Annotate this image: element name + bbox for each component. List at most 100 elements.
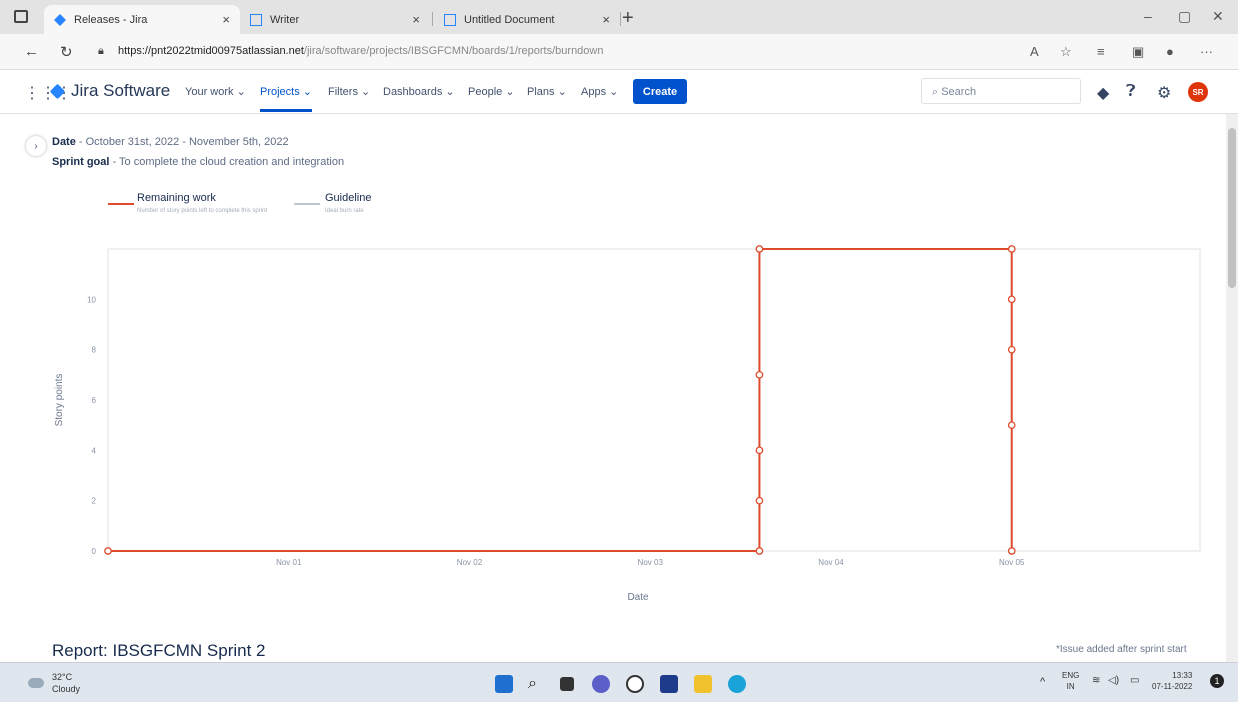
nav-people[interactable]: People ⌄ <box>468 85 515 98</box>
avatar[interactable]: SR <box>1188 82 1208 102</box>
volume-icon[interactable]: ◁) <box>1108 675 1119 686</box>
data-point[interactable] <box>755 245 764 253</box>
page-scrollbar-thumb[interactable] <box>1228 128 1236 288</box>
create-button[interactable]: Create <box>633 79 687 104</box>
search-input[interactable]: ⌕ Search <box>921 78 1081 104</box>
tray-overflow-icon[interactable]: ^ <box>1040 676 1045 688</box>
tab-writer[interactable]: Writer × <box>240 5 430 34</box>
data-point[interactable] <box>755 370 764 379</box>
goal-label: Sprint goal <box>52 156 110 168</box>
clock[interactable]: 13:33 07-11-2022 <box>1152 670 1192 692</box>
data-point[interactable] <box>1007 295 1016 304</box>
data-point[interactable] <box>1007 345 1016 354</box>
nav-label: People <box>468 86 503 98</box>
nav-plans[interactable]: Plans ⌄ <box>527 85 567 98</box>
burndown-chart: 0 2 4 6 8 10 Nov 01 Nov 02 Nov 03 Nov 04 Nov 05 D… <box>54 245 1201 603</box>
edge-icon[interactable] <box>728 675 746 693</box>
new-tab-icon[interactable]: + <box>622 7 634 30</box>
nav-your-work[interactable]: Your work ⌄ <box>185 85 246 98</box>
start-icon[interactable] <box>495 675 513 693</box>
data-point[interactable] <box>755 496 764 505</box>
close-window-icon[interactable]: ✕ <box>1212 8 1224 25</box>
y-axis-label: Story points <box>54 374 65 427</box>
notification-badge[interactable]: 1 <box>1210 674 1224 688</box>
maximize-icon[interactable]: ▢ <box>1178 8 1191 25</box>
jira-logo[interactable]: Jira Software <box>49 81 171 101</box>
tab-untitled-document[interactable]: Untitled Document × <box>434 5 620 34</box>
close-tab-icon[interactable]: × <box>222 12 230 27</box>
nav-dashboards[interactable]: Dashboards ⌄ <box>383 85 455 98</box>
battery-icon[interactable]: ▭ <box>1130 675 1139 686</box>
favorites-list-icon[interactable]: ≡ <box>1097 44 1105 59</box>
help-icon[interactable]: ❓︎ <box>1126 83 1136 101</box>
more-options-icon[interactable]: ··· <box>1200 44 1213 59</box>
x-axis-label: Date <box>627 592 649 603</box>
plot-area <box>107 248 1201 552</box>
data-point[interactable] <box>1007 547 1016 555</box>
jira-favicon-icon <box>54 13 66 26</box>
legend-remaining-sub: Number of story points left to complete … <box>137 208 268 214</box>
data-point[interactable] <box>1007 421 1016 430</box>
data-point[interactable] <box>1007 245 1016 253</box>
expand-sidebar-button[interactable]: › <box>26 136 46 156</box>
sprint-goal: Sprint goal - To complete the cloud crea… <box>52 156 345 168</box>
sprint-date: Date - October 31st, 2022 - November 5th… <box>52 136 289 148</box>
legend-remaining-swatch <box>108 203 134 205</box>
data-point[interactable] <box>104 547 112 555</box>
legend-guideline-sub: Ideal burn rate <box>325 208 364 214</box>
x-tick-label: Nov 04 <box>818 558 844 567</box>
lock-icon[interactable]: 🔒︎ <box>98 45 104 58</box>
x-tick-label: Nov 03 <box>638 558 664 567</box>
data-point[interactable] <box>755 547 764 555</box>
url-host: https://pnt2022tmid00975atlassian.net <box>118 45 304 57</box>
y-tick-label: 0 <box>92 547 97 556</box>
date-value: October 31st, 2022 - November 5th, 2022 <box>85 136 289 148</box>
product-name: Jira Software <box>71 81 171 100</box>
nav-apps[interactable]: Apps ⌄ <box>581 85 618 98</box>
report-title: Report: IBSGFCMN Sprint 2 <box>52 641 266 660</box>
weather-widget[interactable]: 32°C Cloudy <box>28 671 80 695</box>
store-icon[interactable] <box>660 675 678 693</box>
goal-value: To complete the cloud creation and integ… <box>119 156 345 168</box>
legend-remaining-title: Remaining work <box>137 192 216 204</box>
task-view-icon[interactable] <box>560 677 574 691</box>
jira-diamond-icon <box>49 83 66 99</box>
lang-code: ENG <box>1062 671 1080 680</box>
nav-label: Plans <box>527 86 555 98</box>
data-point[interactable] <box>755 446 764 455</box>
close-tab-icon[interactable]: × <box>412 12 420 27</box>
url-field[interactable]: https://pnt2022tmid00975atlassian.net/ji… <box>118 45 603 57</box>
refresh-icon[interactable]: ↻ <box>60 43 73 61</box>
settings-gear-icon[interactable]: ⚙ <box>1157 83 1171 103</box>
tab-divider <box>620 12 621 26</box>
x-tick-label: Nov 02 <box>457 558 483 567</box>
tab-releases-jira[interactable]: Releases - Jira × <box>44 5 240 34</box>
tab-title: Untitled Document <box>464 13 555 26</box>
language-indicator[interactable]: ENG IN <box>1062 670 1079 692</box>
file-explorer-icon[interactable] <box>694 675 712 693</box>
read-aloud-icon[interactable]: A <box>1030 44 1039 59</box>
dell-icon[interactable] <box>626 675 644 693</box>
wifi-icon[interactable]: ≋ <box>1092 675 1100 686</box>
chat-icon[interactable] <box>592 675 610 693</box>
document-favicon-icon <box>444 13 456 26</box>
nav-label: Apps <box>581 86 607 98</box>
back-icon[interactable]: ← <box>24 43 39 60</box>
favorite-icon[interactable]: ☆ <box>1060 44 1072 60</box>
issue-added-footnote: *Issue added after sprint start <box>1056 644 1187 655</box>
x-tick-label: Nov 01 <box>276 558 302 567</box>
minimize-icon[interactable]: – <box>1144 8 1152 24</box>
nav-projects[interactable]: Projects ⌄ <box>260 85 313 112</box>
taskbar-search-icon[interactable]: ⌕ <box>528 675 546 693</box>
close-tab-icon[interactable]: × <box>602 12 610 27</box>
y-tick-label: 8 <box>92 346 97 355</box>
nav-label: Projects <box>260 86 300 98</box>
notifications-icon[interactable]: ◆ <box>1097 83 1109 103</box>
profile-icon[interactable]: ● <box>1166 44 1174 59</box>
tab-actions-icon[interactable] <box>14 10 28 23</box>
collections-icon[interactable]: ▣ <box>1132 44 1144 60</box>
cloud-icon <box>28 678 44 688</box>
nav-filters[interactable]: Filters ⌄ <box>328 85 370 98</box>
search-placeholder: Search <box>941 86 977 98</box>
date-label: Date <box>52 136 76 148</box>
